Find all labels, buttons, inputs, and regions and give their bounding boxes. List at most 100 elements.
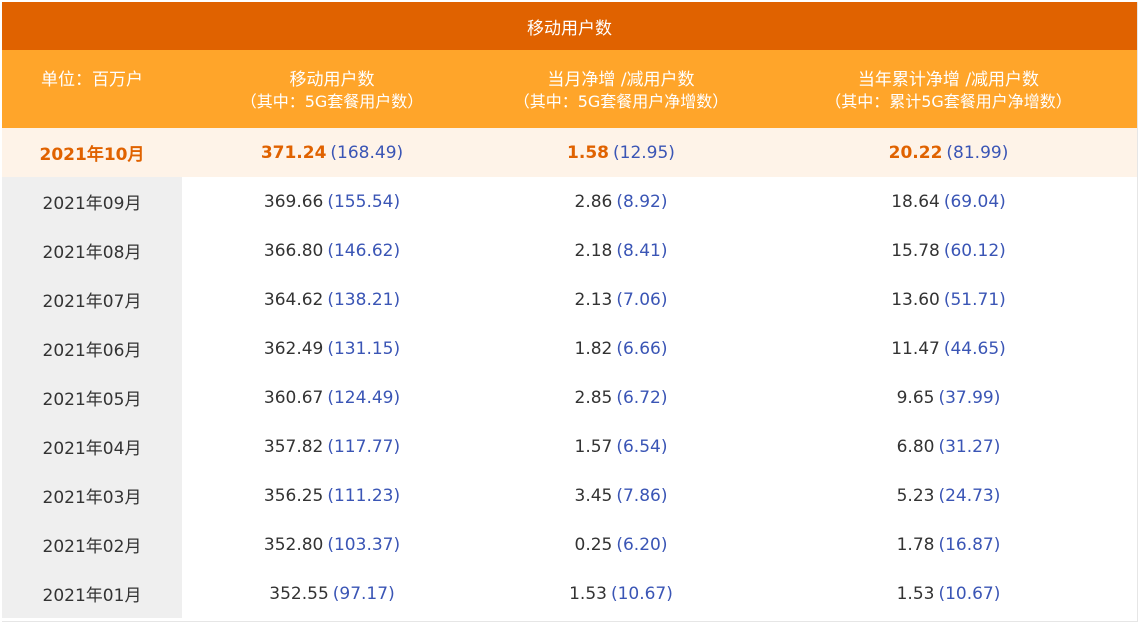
mobile-users-cell: 356.25 (111.23) [182, 471, 482, 520]
month-label: 2021年03月 [42, 488, 142, 508]
ytd-net-value: 1.53 [896, 583, 935, 604]
table-row: 2021年08月 366.80 (146.62) 2.18 (8.41) 15.… [2, 226, 1137, 275]
ytd-net-value: 9.65 [896, 387, 935, 408]
monthly-net-cell: 1.57 (6.54) [482, 422, 760, 471]
month-cell: 2021年04月 [2, 422, 182, 471]
mobile-users-5g-value: (124.49) [327, 387, 401, 408]
ytd-net-cell: 13.60 (51.71) [760, 275, 1137, 324]
mobile-users-value: 366.80 [263, 240, 324, 261]
monthly-net-value: 1.82 [574, 338, 613, 359]
table-row: 2021年02月 352.80 (103.37) 0.25 (6.20) 1.7… [2, 520, 1137, 569]
ytd-net-cell: 15.78 (60.12) [760, 226, 1137, 275]
mobile-users-value: 364.62 [263, 289, 324, 310]
ytd-net-5g-value: (51.71) [943, 289, 1006, 310]
monthly-net-value: 1.53 [569, 583, 607, 604]
monthly-net-5g-value: (8.92) [616, 191, 668, 212]
table-body: 2021年10月 371.24 (168.49) 1.58 (12.95) 20… [2, 128, 1137, 618]
monthly-net-5g-value: (6.54) [616, 436, 668, 457]
header-ytd-net: 当年累计净增 /减用户数 （其中：累计5G套餐用户净增数） [760, 50, 1137, 128]
mobile-users-value: 352.80 [263, 534, 324, 555]
mobile-users-5g-value: (97.17) [332, 583, 395, 604]
mobile-users-cell: 371.24 (168.49) [182, 128, 482, 177]
monthly-net-value: 2.18 [574, 240, 613, 261]
monthly-net-5g-value: (8.41) [616, 240, 668, 261]
mobile-users-cell: 352.80 (103.37) [182, 520, 482, 569]
table-row: 2021年09月 369.66 (155.54) 2.86 (8.92) 18.… [2, 177, 1137, 226]
ytd-net-cell: 5.23 (24.73) [760, 471, 1137, 520]
ytd-net-value: 6.80 [896, 436, 935, 457]
ytd-net-cell: 20.22 (81.99) [760, 128, 1137, 177]
monthly-net-value: 2.85 [574, 387, 613, 408]
ytd-net-5g-value: (69.04) [943, 191, 1006, 212]
ytd-net-value: 5.23 [896, 485, 935, 506]
table-row: 2021年06月 362.49 (131.15) 1.82 (6.66) 11.… [2, 324, 1137, 373]
ytd-net-value: 11.47 [891, 338, 940, 359]
monthly-net-value: 1.58 [567, 142, 609, 163]
month-label: 2021年08月 [42, 243, 142, 263]
header-unit-label: 单位：百万户 [41, 70, 143, 90]
ytd-net-cell: 18.64 (69.04) [760, 177, 1137, 226]
month-label: 2021年09月 [42, 194, 142, 214]
monthly-net-5g-value: (10.67) [610, 583, 673, 604]
ytd-net-cell: 11.47 (44.65) [760, 324, 1137, 373]
monthly-net-cell: 2.18 (8.41) [482, 226, 760, 275]
header-unit: 单位：百万户 [2, 50, 182, 128]
mobile-users-5g-value: (131.15) [327, 338, 401, 359]
month-cell: 2021年05月 [2, 373, 182, 422]
table-row: 2021年10月 371.24 (168.49) 1.58 (12.95) 20… [2, 128, 1137, 177]
ytd-net-value: 18.64 [891, 191, 940, 212]
month-cell: 2021年10月 [2, 128, 182, 177]
header-monthly-net-label: 当月净增 /减用户数 [547, 70, 695, 90]
header-mobile-users: 移动用户数 （其中：5G套餐用户数） [182, 50, 482, 128]
month-cell: 2021年09月 [2, 177, 182, 226]
month-label: 2021年07月 [42, 292, 142, 312]
header-ytd-net-label: 当年累计净增 /减用户数 [857, 70, 1040, 90]
table-row: 2021年07月 364.62 (138.21) 2.13 (7.06) 13.… [2, 275, 1137, 324]
mobile-users-cell: 352.55 (97.17) [182, 569, 482, 618]
monthly-net-value: 1.57 [574, 436, 613, 457]
mobile-users-5g-value: (138.21) [327, 289, 401, 310]
monthly-net-cell: 2.85 (6.72) [482, 373, 760, 422]
mobile-users-value: 352.55 [269, 583, 329, 604]
header-monthly-net: 当月净增 /减用户数 （其中：5G套餐用户净增数） [482, 50, 760, 128]
mobile-users-5g-value: (117.77) [327, 436, 401, 457]
header-mobile-users-label: 移动用户数 [289, 70, 375, 90]
mobile-users-value: 371.24 [260, 142, 327, 163]
table-header: 单位：百万户 移动用户数 （其中：5G套餐用户数） 当月净增 /减用户数 （其中… [2, 50, 1137, 128]
table-row: 2021年03月 356.25 (111.23) 3.45 (7.86) 5.2… [2, 471, 1137, 520]
month-cell: 2021年02月 [2, 520, 182, 569]
mobile-users-value: 356.25 [263, 485, 324, 506]
month-cell: 2021年01月 [2, 569, 182, 618]
ytd-net-value: 13.60 [891, 289, 940, 310]
monthly-net-cell: 1.82 (6.66) [482, 324, 760, 373]
ytd-net-5g-value: (60.12) [943, 240, 1006, 261]
ytd-net-cell: 9.65 (37.99) [760, 373, 1137, 422]
monthly-net-5g-value: (6.20) [616, 534, 668, 555]
monthly-net-5g-value: (12.95) [613, 142, 675, 163]
month-label: 2021年02月 [42, 537, 142, 557]
ytd-net-5g-value: (81.99) [946, 142, 1009, 163]
monthly-net-5g-value: (7.86) [616, 485, 668, 506]
month-label: 2021年04月 [42, 439, 142, 459]
table-title: 移动用户数 [2, 2, 1137, 50]
table-title-text: 移动用户数 [527, 18, 612, 39]
monthly-net-cell: 1.58 (12.95) [482, 128, 760, 177]
mobile-users-value: 362.49 [263, 338, 324, 359]
ytd-net-value: 15.78 [891, 240, 940, 261]
month-label: 2021年06月 [42, 341, 142, 361]
monthly-net-cell: 2.13 (7.06) [482, 275, 760, 324]
month-label: 2021年01月 [42, 586, 142, 606]
monthly-net-value: 2.86 [574, 191, 613, 212]
monthly-net-cell: 2.86 (8.92) [482, 177, 760, 226]
table-row: 2021年05月 360.67 (124.49) 2.85 (6.72) 9.6… [2, 373, 1137, 422]
mobile-users-cell: 366.80 (146.62) [182, 226, 482, 275]
mobile-users-5g-value: (168.49) [330, 142, 404, 163]
ytd-net-5g-value: (10.67) [938, 583, 1001, 604]
monthly-net-cell: 3.45 (7.86) [482, 471, 760, 520]
ytd-net-5g-value: (31.27) [938, 436, 1001, 457]
mobile-users-5g-value: (146.62) [327, 240, 401, 261]
monthly-net-value: 2.13 [574, 289, 613, 310]
mobile-users-cell: 360.67 (124.49) [182, 373, 482, 422]
ytd-net-cell: 1.53 (10.67) [760, 569, 1137, 618]
month-cell: 2021年03月 [2, 471, 182, 520]
